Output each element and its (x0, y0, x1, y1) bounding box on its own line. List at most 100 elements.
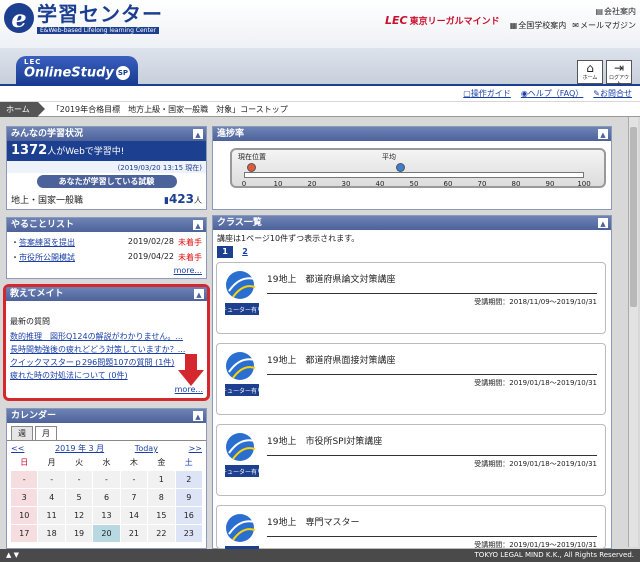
magazine-link[interactable]: ✉メールマガジン (572, 20, 636, 31)
calendar-day[interactable]: 22 (148, 525, 175, 542)
calendar-day: - (65, 471, 93, 488)
scrollbar[interactable] (628, 117, 638, 547)
todo-title: やることリスト (11, 220, 75, 230)
site-header: e 学習センター E&Web-based Lifelong learning C… (0, 0, 640, 48)
course-card[interactable]: チューター有り 19地上 市役所SPI対策講座受講期間：2019/01/18～20… (216, 424, 606, 496)
calendar-day[interactable]: 11 (38, 507, 65, 524)
tab-month[interactable]: 月 (35, 426, 57, 440)
calendar-day[interactable]: 2 (175, 471, 202, 488)
scroll-thumb[interactable] (630, 127, 637, 307)
collapse-icon[interactable]: ▲ (598, 218, 608, 228)
exam-pill: あなたが学習している試験 (36, 175, 177, 188)
calendar-day[interactable]: 9 (175, 489, 202, 506)
calendar-day[interactable]: 21 (120, 525, 148, 542)
average-label: 平均 (382, 153, 396, 161)
course-card[interactable]: チューター有り 19地上 都道府県論文対策講座受講期間：2018/11/09～20… (216, 262, 606, 334)
calendar-panel: カレンダー ▲ 週 月 << 2019 年 3 月 Today >> 日月火水木金… (6, 408, 207, 549)
calendar-day[interactable]: 23 (175, 525, 202, 542)
site-logo[interactable]: e 学習センター E&Web-based Lifelong learning C… (4, 3, 163, 35)
calendar-dow: 火 (75, 458, 84, 467)
course-title[interactable]: 19地上 都道府県面接対策講座 (267, 353, 395, 366)
home-label: ホーム (582, 75, 598, 81)
todo-state: 未着手 (178, 253, 202, 262)
calendar-day[interactable]: 12 (65, 507, 93, 524)
footer: ▲ ▼ TOKYO LEGAL MIND K.K., All Rights Re… (0, 549, 640, 562)
course-period: 受講期間：2019/01/18～2019/10/31 (474, 460, 597, 468)
qa-question-link[interactable]: 長時間勉強後の疲れどどう対策していますか？... (10, 345, 185, 354)
lec-brand-logo[interactable]: LEC 東京リーガルマインド (385, 14, 500, 27)
calendar-month[interactable]: 2019 年 3 月 (55, 443, 104, 454)
help-link[interactable]: ◉ヘルプ（FAQ） (521, 88, 583, 99)
contact-link[interactable]: ✎お問合せ (593, 88, 632, 99)
svg-text:チューター有り: チューター有り (225, 306, 259, 314)
page-2[interactable]: 2 (237, 246, 253, 258)
calendar-day[interactable]: 17 (11, 525, 38, 542)
collapse-icon[interactable]: ▲ (193, 129, 203, 139)
collapse-icon[interactable]: ▲ (193, 220, 203, 230)
progress-tick: 50 (409, 180, 419, 188)
scroll-arrows-icon[interactable]: ▲ ▼ (6, 549, 19, 562)
collapse-icon[interactable]: ▲ (194, 289, 204, 299)
calendar-dow: 日 (20, 458, 29, 467)
map-icon: ▦ (509, 21, 518, 30)
online-count-value: 1372 (11, 143, 48, 158)
calendar-next[interactable]: >> (189, 444, 202, 453)
onlinestudy-logo[interactable]: LEC OnlineStudy SP (16, 56, 138, 86)
course-period: 受講期間：2018/11/09～2019/10/31 (474, 298, 597, 306)
calendar-today[interactable]: Today (135, 444, 158, 453)
todo-panel: やることリスト ▲ ・答案練習を提出 2019/02/28 未着手 ・市役所公開模… (6, 217, 207, 279)
breadcrumb: ホーム 「2019年合格目標 地方上級・国家一般職 対象」コーストップ (0, 101, 640, 117)
qa-question-link[interactable]: クイックマスターｐ296問題107の質問 (1件) (10, 358, 174, 367)
course-title[interactable]: 19地上 専門マスター (267, 515, 359, 528)
study-status-title: みんなの学習状況 (11, 129, 84, 139)
calendar-day[interactable]: 19 (65, 525, 93, 542)
online-count-suffix: 人がWebで学習中! (47, 147, 125, 157)
page-icon: ▤ (595, 7, 603, 16)
schools-link[interactable]: ▦全国学校案内 (510, 20, 567, 31)
calendar-prev[interactable]: << (11, 444, 24, 453)
calendar-day[interactable]: 4 (38, 489, 65, 506)
calendar-day[interactable]: 5 (65, 489, 93, 506)
company-info-link[interactable]: ▤会社案内 (595, 6, 636, 17)
calendar-day[interactable]: 7 (120, 489, 148, 506)
calendar-day[interactable]: 20 (93, 525, 120, 542)
logout-button[interactable]: ⇥ ログアウト (606, 60, 632, 87)
qa-question-link[interactable]: 疲れた時の対処法について (0件) (10, 371, 128, 380)
calendar-day: - (120, 471, 148, 488)
calendar-day: - (93, 471, 120, 488)
calendar-day[interactable]: 3 (11, 489, 38, 506)
todo-link[interactable]: 答案練習を提出 (19, 238, 75, 247)
qa-more-link[interactable]: more... (175, 385, 203, 394)
tab-week[interactable]: 週 (11, 426, 33, 440)
course-card[interactable]: チューター有り19地上 専門マスター受講期間：2019/01/19～2019/1… (216, 505, 606, 558)
progress-tick: 100 (577, 180, 591, 188)
calendar-day[interactable]: 18 (38, 525, 65, 542)
calendar-day[interactable]: 10 (11, 507, 38, 524)
home-button[interactable]: ⌂ ホーム (577, 60, 603, 84)
onlinestudy-name: OnlineStudy (24, 65, 114, 81)
calendar-day[interactable]: 15 (148, 507, 175, 524)
breadcrumb-current: 「2019年合格目標 地方上級・国家一般職 対象」コーストップ (51, 104, 288, 114)
calendar-day[interactable]: 6 (93, 489, 120, 506)
calendar-dow: 水 (102, 458, 111, 467)
calendar-day[interactable]: 1 (148, 471, 175, 488)
calendar-day[interactable]: 13 (93, 507, 120, 524)
calendar-day[interactable]: 8 (148, 489, 175, 506)
progress-tick: 60 (443, 180, 453, 188)
svg-text:チューター有り: チューター有り (225, 468, 259, 476)
collapse-icon[interactable]: ▲ (193, 411, 203, 421)
todo-more-link[interactable]: more... (174, 266, 202, 275)
guide-link[interactable]: ▢操作ガイド (463, 88, 511, 99)
collapse-icon[interactable]: ▲ (598, 129, 608, 139)
course-title[interactable]: 19地上 都道府県論文対策講座 (267, 272, 395, 285)
progress-tick: 0 (241, 180, 247, 188)
page-1[interactable]: 1 (217, 246, 233, 258)
breadcrumb-home[interactable]: ホーム (0, 101, 45, 117)
progress-tick: 40 (375, 180, 385, 188)
course-title[interactable]: 19地上 市役所SPI対策講座 (267, 434, 382, 447)
calendar-day[interactable]: 14 (120, 507, 148, 524)
todo-link[interactable]: 市役所公開模試 (19, 253, 75, 262)
course-card[interactable]: チューター有り 19地上 都道府県面接対策講座受講期間：2019/01/18～20… (216, 343, 606, 415)
qa-question-link[interactable]: 数的推理 図形Q124の解説がわかりません。... (10, 332, 183, 341)
calendar-day[interactable]: 16 (175, 507, 202, 524)
